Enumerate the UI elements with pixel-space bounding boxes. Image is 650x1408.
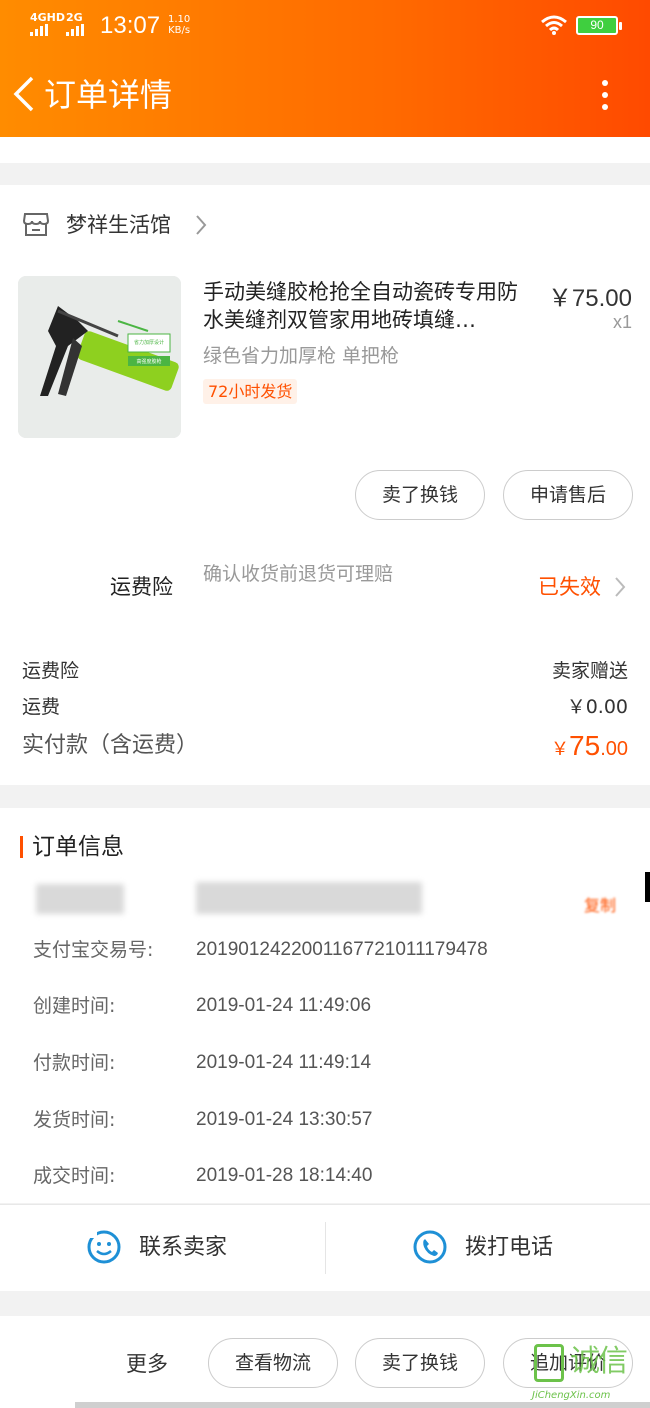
caulk-gun-illustration: 省力加厚设计 高强度胶枪 (18, 276, 181, 438)
more-button[interactable]: 更多 (126, 1349, 168, 1379)
created-time-label: 创建时间: (33, 995, 116, 1017)
status-bar: 4GHD 2G 13:07 1.10 KB/s 90 (0, 0, 650, 52)
fee-insurance-value: 卖家赠送 (551, 660, 628, 682)
header-spacer (0, 137, 650, 163)
redacted-label (36, 884, 124, 914)
store-icon (22, 213, 50, 236)
image-label-2: 高强度胶枪 (136, 358, 161, 365)
redacted-order-number (196, 882, 422, 914)
copy-button[interactable]: 复制 (584, 892, 616, 916)
order-info-title: 订单信息 (32, 834, 124, 860)
fee-insurance-label: 运费险 (22, 660, 80, 682)
shop-name[interactable]: 梦祥生活馆 (66, 210, 171, 240)
signal-strength-icon (66, 24, 88, 36)
sell-button-bottom[interactable]: 卖了换钱 (355, 1338, 485, 1388)
battery-icon: 90 (576, 16, 622, 35)
insurance-status[interactable]: 已失效 (538, 572, 601, 602)
phone-icon (413, 1230, 447, 1264)
watermark-box-icon (534, 1344, 564, 1382)
created-time-value: 2019-01-24 11:49:06 (196, 995, 372, 1016)
product-quantity: x1 (612, 312, 632, 332)
product-image[interactable]: 省力加厚设计 高强度胶枪 (18, 276, 181, 438)
chat-icon (87, 1229, 121, 1264)
trade-no-label: 支付宝交易号: (33, 939, 154, 961)
call-phone-button[interactable]: 拨打电话 (326, 1205, 650, 1291)
network-speed-value: 1.10 (168, 14, 191, 25)
contact-seller-button[interactable]: 联系卖家 (0, 1205, 325, 1291)
paid-time-value: 2019-01-24 11:49:14 (196, 1052, 372, 1073)
app-header: 4GHD 2G 13:07 1.10 KB/s 90 订单详情 (0, 0, 650, 137)
after-sale-button[interactable]: 申请售后 (503, 470, 633, 520)
more-vertical-icon[interactable] (594, 76, 618, 116)
call-phone-label: 拨打电话 (465, 1235, 554, 1260)
network-speed-unit: KB/s (168, 25, 191, 36)
view-logistics-button[interactable]: 查看物流 (208, 1338, 338, 1388)
contact-seller-label: 联系卖家 (139, 1235, 228, 1260)
total-decimal: .00 (600, 738, 628, 760)
total-currency: ￥ (551, 739, 570, 759)
completed-time-label: 成交时间: (33, 1165, 116, 1187)
insurance-description: 确认收货前退货可理赔 (203, 563, 394, 585)
product-price: ￥75.00 (547, 285, 632, 312)
network-speed: 1.10 KB/s (168, 14, 190, 36)
product-sku: 绿色省力加厚枪 单把枪 (203, 345, 400, 367)
shipped-time-label: 发货时间: (33, 1109, 116, 1131)
completed-time-value: 2019-01-28 18:14:40 (196, 1165, 373, 1186)
product-title[interactable]: 手动美缝胶枪抢全自动瓷砖专用防水美缝剂双管家用地砖填缝… (203, 278, 533, 334)
page-title: 订单详情 (44, 76, 173, 114)
fee-shipping-label: 运费 (22, 696, 61, 718)
wifi-icon (541, 15, 567, 35)
network-type-1: 4GHD (30, 11, 66, 24)
image-label-1: 省力加厚设计 (134, 339, 164, 346)
chevron-right-icon[interactable] (614, 576, 626, 598)
section-accent-bar (20, 836, 23, 858)
scroll-indicator (645, 872, 650, 902)
status-time: 13:07 (100, 12, 161, 39)
total-label: 实付款（含运费） (22, 733, 199, 758)
watermark-text: 诚信 (570, 1344, 628, 1379)
insurance-label: 运费险 (110, 575, 173, 599)
watermark-logo: 诚信 JiChengXin.com (530, 1340, 650, 1408)
paid-time-label: 付款时间: (33, 1052, 116, 1074)
network-type-2: 2G (66, 11, 83, 24)
fee-shipping-value: ￥0.00 (566, 696, 628, 718)
chevron-right-icon[interactable] (194, 213, 208, 237)
shipped-time-value: 2019-01-24 13:30:57 (196, 1109, 373, 1130)
sell-button[interactable]: 卖了换钱 (355, 470, 485, 520)
watermark-url: JiChengXin.com (532, 1390, 611, 1401)
trade-no-value: 2019012422001167721011179478 (196, 939, 488, 960)
shipping-badge: 72小时发货 (203, 379, 298, 404)
signal-strength-icon (30, 24, 52, 36)
chevron-left-icon[interactable] (10, 74, 40, 114)
total-amount: ￥75.00 (551, 730, 628, 767)
total-integer: 75 (569, 730, 601, 761)
